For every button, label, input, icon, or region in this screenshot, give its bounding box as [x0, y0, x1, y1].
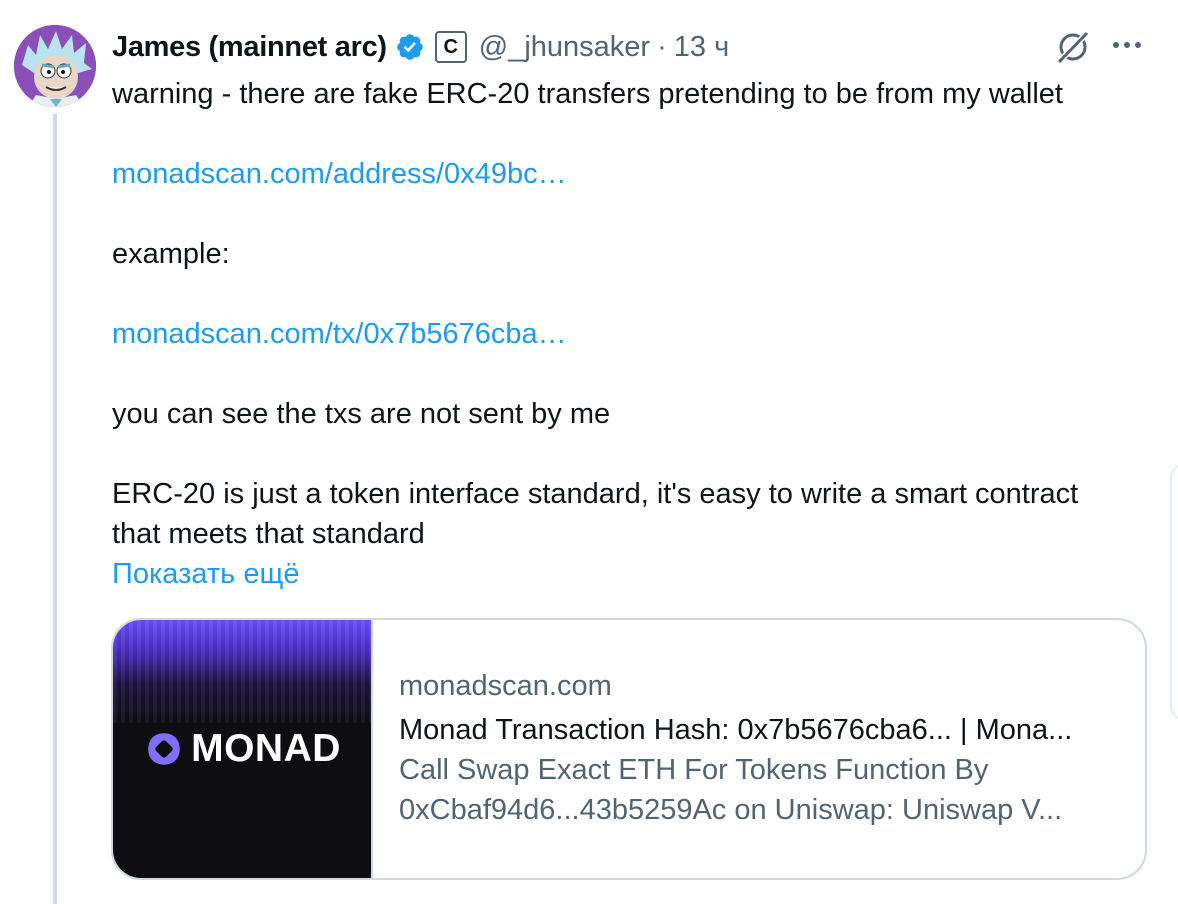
avatar[interactable]	[14, 25, 96, 107]
card-text: monadscan.com Monad Transaction Hash: 0x…	[373, 620, 1072, 878]
card-description-line: 0xCbaf94d6...43b5259Ac on Uniswap: Unisw…	[399, 794, 1063, 826]
card-description-line: Call Swap Exact ETH For Tokens Function …	[399, 754, 989, 786]
timestamp[interactable]: 13 ч	[674, 31, 729, 64]
card-title: Monad Transaction Hash: 0x7b5676cba6... …	[399, 714, 1073, 746]
card-thumbnail: MONAD	[113, 620, 373, 878]
card-domain: monadscan.com	[399, 670, 612, 702]
affiliate-badge[interactable]: C	[434, 31, 467, 63]
tweet-text-line: warning - there are fake ERC-20 transfer…	[112, 78, 1063, 110]
tweet-text-line: ERC-20 is just a token interface standar…	[112, 478, 1079, 510]
verified-badge-icon[interactable]	[395, 32, 425, 62]
tweet-header: James (mainnet arc) C @_jhunsaker · 13 ч	[112, 28, 729, 66]
address-link[interactable]: monadscan.com/address/0x49bc…	[112, 154, 1162, 194]
display-name[interactable]: James (mainnet arc)	[112, 31, 387, 64]
grok-icon[interactable]	[1053, 27, 1093, 67]
tweet-text-line: you can see the txs are not sent by me	[112, 398, 611, 430]
thumbnail-gradient	[113, 620, 371, 724]
more-dot	[1135, 42, 1141, 48]
tx-link[interactable]: monadscan.com/tx/0x7b5676cba…	[112, 314, 1162, 354]
more-dot	[1113, 42, 1119, 48]
tweet-text-line: example:	[112, 238, 230, 270]
monad-logo: MONAD	[143, 727, 341, 771]
avatar-image	[14, 25, 96, 107]
tweet-body: warning - there are fake ERC-20 transfer…	[112, 74, 1162, 594]
monad-diamond-icon	[148, 733, 180, 765]
link-preview-card[interactable]: MONAD monadscan.com Monad Transaction Ha…	[111, 618, 1147, 880]
tweet-text-line: that meets that standard	[112, 518, 425, 550]
thread-line	[53, 114, 57, 904]
separator-dot: ·	[657, 30, 667, 63]
more-options-icon[interactable]	[1107, 30, 1147, 60]
monad-wordmark: MONAD	[191, 727, 341, 770]
show-more-link[interactable]: Показать ещё	[112, 554, 1162, 594]
handle[interactable]: @_jhunsaker	[479, 31, 650, 64]
side-panel-edge	[1170, 463, 1178, 721]
more-dot	[1124, 42, 1130, 48]
